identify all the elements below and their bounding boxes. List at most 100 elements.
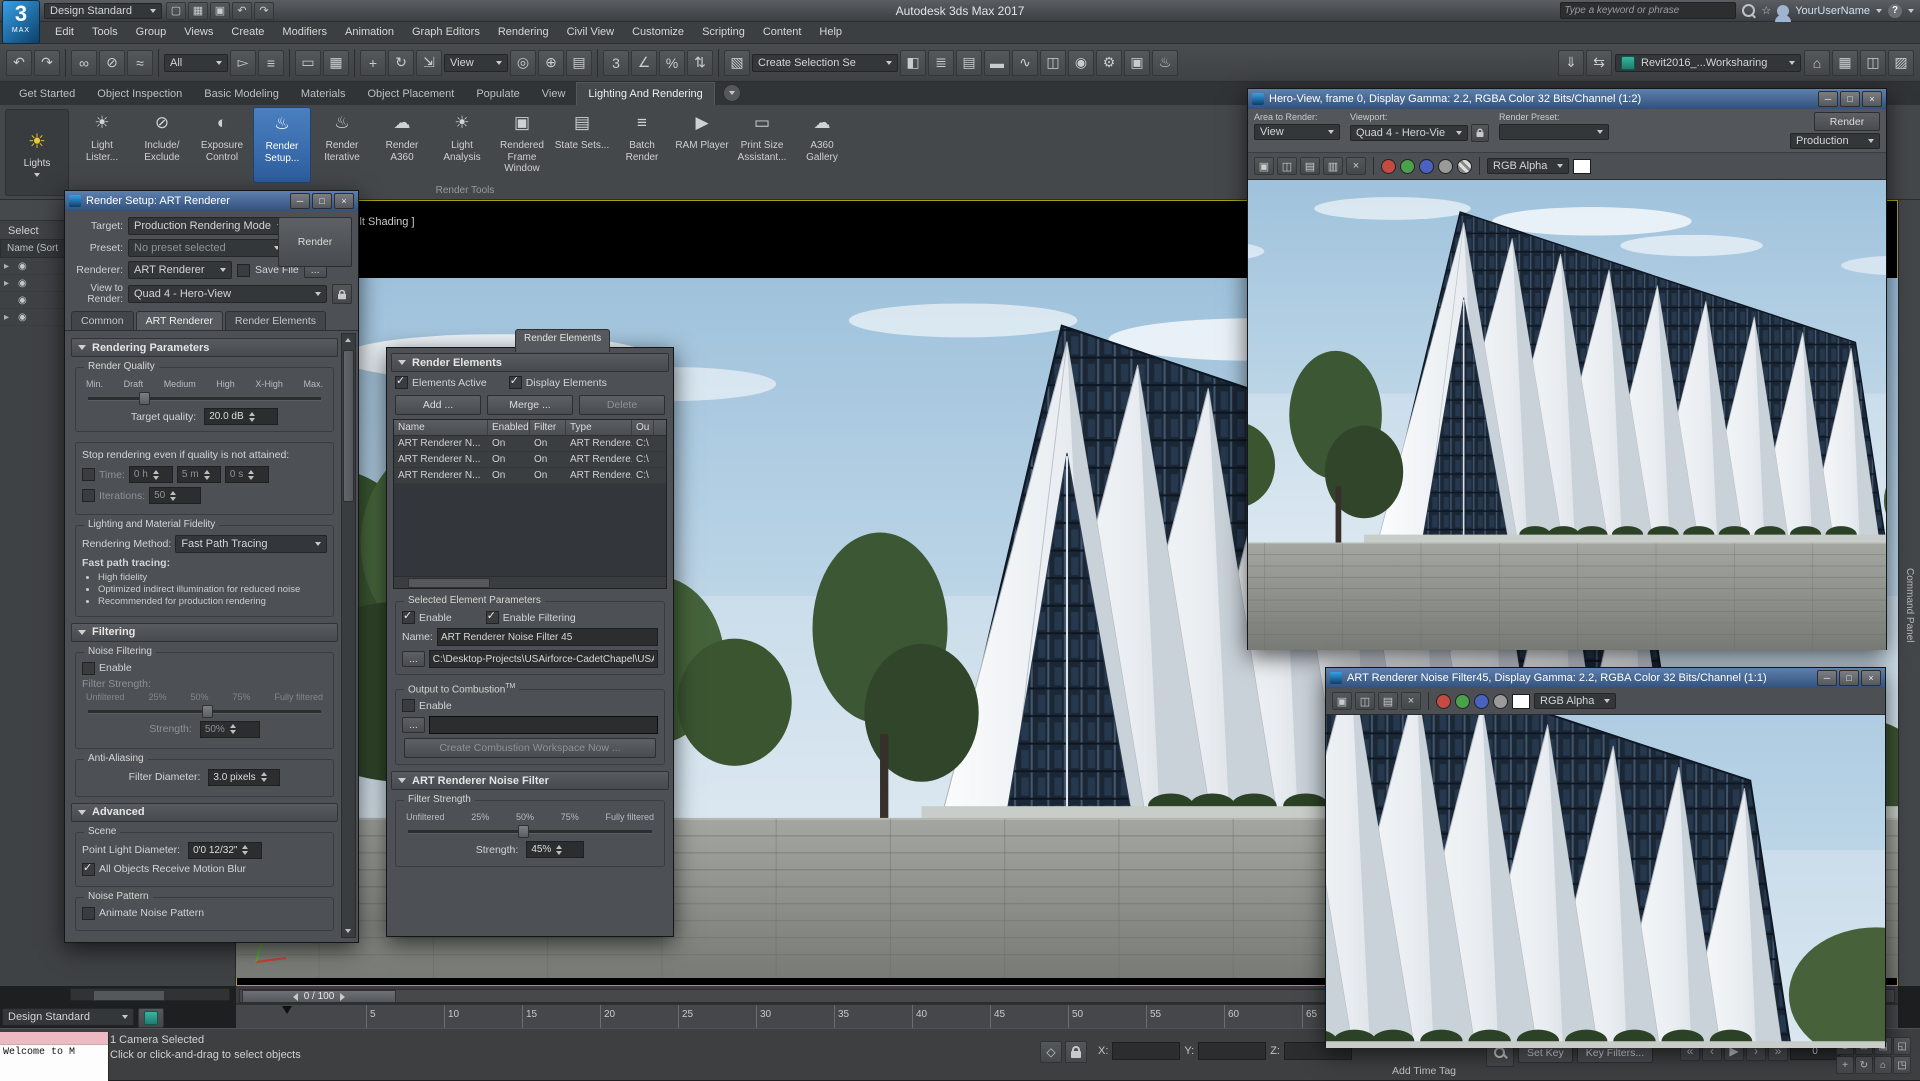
- ribbon-tab[interactable]: Get Started: [8, 83, 86, 105]
- output-path-field[interactable]: [428, 650, 658, 668]
- time-slider-handle[interactable]: 0 / 100: [242, 990, 396, 1003]
- time-marker[interactable]: [282, 1006, 292, 1014]
- noise-filter-rollout[interactable]: ART Renderer Noise Filter: [391, 771, 669, 790]
- render-a360-button[interactable]: ☁ Render A360: [373, 107, 431, 183]
- worksharing-combo[interactable]: Revit2016_...Worksharing: [1615, 53, 1801, 72]
- copy-image-icon[interactable]: ▥: [1323, 157, 1343, 175]
- menu-item[interactable]: Rendering: [489, 22, 558, 43]
- render-setup-scrollbar[interactable]: [341, 333, 356, 938]
- redo-icon[interactable]: ↷: [34, 49, 60, 76]
- combustion-path-field[interactable]: [428, 716, 658, 734]
- maximize-icon[interactable]: □: [1840, 91, 1860, 107]
- render-elements-tab[interactable]: Render Elements: [515, 329, 611, 352]
- elements-table[interactable]: Name Enabled Filter Type Ou ART Renderer…: [393, 419, 667, 589]
- y-coordinate-field[interactable]: [1198, 1042, 1267, 1060]
- area-to-render-combo[interactable]: View: [1254, 124, 1340, 140]
- time-minutes-spinner[interactable]: 5 m: [176, 466, 221, 483]
- hero-window-titlebar[interactable]: Hero-View, frame 0, Display Gamma: 2.2, …: [1248, 89, 1886, 109]
- close-icon[interactable]: ×: [334, 193, 354, 209]
- menu-item[interactable]: Graph Editors: [403, 22, 489, 43]
- more-tools-icon[interactable]: ▨: [1888, 49, 1914, 76]
- elements-table-scrollbar[interactable]: [394, 576, 666, 588]
- select-and-move-icon[interactable]: +: [360, 49, 386, 76]
- output-path-browse-button[interactable]: ...: [402, 651, 425, 667]
- save-image-icon[interactable]: ▣: [1332, 692, 1352, 710]
- channel-display-combo[interactable]: RGB Alpha: [1534, 693, 1616, 709]
- menu-item[interactable]: Help: [810, 22, 851, 43]
- combustion-browse-button[interactable]: ...: [402, 717, 425, 733]
- minimize-icon[interactable]: ─: [1818, 91, 1838, 107]
- render-setup-tab[interactable]: ART Renderer: [135, 311, 223, 330]
- green-channel-icon[interactable]: [1455, 693, 1470, 709]
- pan-view-icon[interactable]: +: [1836, 1056, 1854, 1074]
- render-setup-titlebar[interactable]: Render Setup: ART Renderer ─ □ ×: [65, 191, 358, 211]
- print-size-assistant-button[interactable]: ▭ Print Size Assistant...: [733, 107, 791, 183]
- blue-channel-icon[interactable]: [1419, 158, 1434, 174]
- material-editor-icon[interactable]: ◉: [1068, 49, 1094, 76]
- light-lister-button[interactable]: ☀ Light Lister...: [73, 107, 131, 183]
- ribbon-tab[interactable]: Lighting And Rendering: [576, 82, 715, 105]
- target-quality-spinner[interactable]: 20.0 dB: [204, 408, 279, 425]
- workspace-selector-combo[interactable]: Design Standard: [2, 1008, 134, 1026]
- element-row[interactable]: ART Renderer N... On On ART Rendere... C…: [394, 468, 666, 484]
- red-channel-icon[interactable]: [1436, 693, 1451, 709]
- curve-editor-icon[interactable]: ∿: [1012, 49, 1038, 76]
- snaps-toggle-3d-icon[interactable]: 3: [603, 49, 629, 76]
- listener-line[interactable]: Welcome to M: [0, 1045, 108, 1081]
- render-setup-tab[interactable]: Common: [71, 311, 134, 330]
- minimize-icon[interactable]: ─: [290, 193, 310, 209]
- render-iterative-button[interactable]: ♨ Render Iterative: [313, 107, 371, 183]
- clear-icon[interactable]: ×: [1346, 157, 1366, 175]
- save-file-icon[interactable]: ▣: [210, 1, 230, 20]
- exposure-control-button[interactable]: ◐ Exposure Control: [193, 107, 251, 183]
- element-row[interactable]: ART Renderer N... On On ART Rendere... C…: [394, 436, 666, 452]
- rendering-method-combo[interactable]: Fast Path Tracing: [175, 535, 327, 553]
- maximize-icon[interactable]: □: [312, 193, 332, 209]
- production-mode-combo[interactable]: Production: [1790, 133, 1880, 149]
- render-elements-rollout[interactable]: Render Elements: [391, 353, 669, 372]
- time-checkbox[interactable]: [82, 468, 95, 481]
- print-image-icon[interactable]: ▤: [1378, 692, 1398, 710]
- menu-item[interactable]: Modifiers: [273, 22, 336, 43]
- maximize-viewport-toggle-icon[interactable]: ◳: [1893, 1056, 1911, 1074]
- merge-element-button[interactable]: Merge ...: [487, 395, 573, 415]
- enable-filtering-checkbox[interactable]: [485, 609, 499, 624]
- rectangular-selection-region-icon[interactable]: ▭: [295, 49, 321, 76]
- menu-item[interactable]: Create: [222, 22, 273, 43]
- expand-icon[interactable]: ▸: [4, 261, 14, 272]
- search-icon[interactable]: [1742, 4, 1756, 17]
- advanced-rollout[interactable]: Advanced: [71, 802, 338, 822]
- select-object-icon[interactable]: ▻: [230, 49, 256, 76]
- select-and-manipulate-icon[interactable]: ⊕: [538, 49, 564, 76]
- unlink-selection-icon[interactable]: ⊘: [99, 49, 125, 76]
- noise-rendered-image[interactable]: [1326, 715, 1885, 1048]
- favorites-icon[interactable]: ☆: [1761, 4, 1771, 17]
- max-app-button[interactable]: 3 MAX: [2, 0, 40, 44]
- iterations-checkbox[interactable]: [82, 489, 95, 502]
- view-to-render-combo[interactable]: Quad 4 - Hero-View: [128, 285, 327, 303]
- expand-icon[interactable]: ▸: [4, 278, 14, 289]
- ribbon-tab[interactable]: View: [531, 83, 577, 105]
- monochrome-channel-icon[interactable]: [1438, 158, 1453, 174]
- green-channel-icon[interactable]: [1400, 158, 1415, 174]
- render-setup-button[interactable]: ♨ Render Setup...: [253, 107, 311, 183]
- strength-spinner[interactable]: 50%: [199, 720, 260, 738]
- menu-item[interactable]: Views: [175, 22, 222, 43]
- workspace-icon[interactable]: [138, 1008, 164, 1028]
- menu-item[interactable]: Group: [127, 22, 176, 43]
- lock-viewport-icon[interactable]: [1471, 124, 1489, 142]
- import-link-icon[interactable]: ⇓: [1558, 49, 1584, 76]
- select-and-scale-icon[interactable]: ⇲: [416, 49, 442, 76]
- renderer-combo[interactable]: ART Renderer: [128, 261, 232, 279]
- background-color-swatch[interactable]: [1573, 158, 1591, 174]
- render-quality-slider[interactable]: [88, 390, 321, 405]
- filter-strength-slider-handle[interactable]: [202, 704, 214, 718]
- save-image-icon[interactable]: ▣: [1254, 157, 1274, 175]
- command-panel-strip[interactable]: Command Panel: [1898, 200, 1920, 986]
- schematic-view-icon[interactable]: ◫: [1040, 49, 1066, 76]
- display-elements-checkbox[interactable]: [508, 374, 522, 389]
- help-menu-caret-icon[interactable]: [1908, 8, 1914, 13]
- target-combo[interactable]: Production Rendering Mode: [128, 217, 289, 235]
- ribbon-tab[interactable]: Basic Modeling: [193, 83, 290, 105]
- redo-icon[interactable]: ↷: [254, 1, 274, 20]
